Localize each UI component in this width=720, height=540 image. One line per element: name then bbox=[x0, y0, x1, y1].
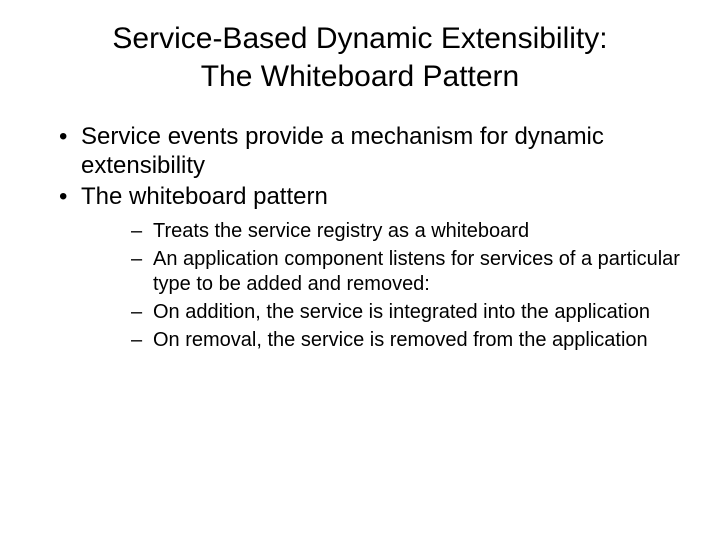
slide-title: Service-Based Dynamic Extensibility: The… bbox=[40, 20, 680, 95]
sub-bullet-text: On addition, the service is integrated i… bbox=[153, 301, 650, 323]
sub-bullet-text: An application component listens for ser… bbox=[153, 248, 680, 295]
sub-bullet-item: Treats the service registry as a whitebo… bbox=[129, 219, 680, 244]
sub-bullet-item: On addition, the service is integrated i… bbox=[129, 300, 680, 325]
bullet-item: The whiteboard pattern Treats the servic… bbox=[55, 183, 680, 354]
sub-bullet-text: On removal, the service is removed from … bbox=[153, 329, 648, 351]
main-bullet-list: Service events provide a mechanism for d… bbox=[40, 123, 680, 353]
bullet-item: Service events provide a mechanism for d… bbox=[55, 123, 680, 181]
sub-bullet-item: On removal, the service is removed from … bbox=[129, 328, 680, 353]
sub-bullet-text: Treats the service registry as a whitebo… bbox=[153, 220, 529, 242]
sub-bullet-list: Treats the service registry as a whitebo… bbox=[81, 219, 680, 353]
bullet-text: Service events provide a mechanism for d… bbox=[81, 123, 604, 179]
bullet-text: The whiteboard pattern bbox=[81, 183, 328, 210]
title-line-2: The Whiteboard Pattern bbox=[201, 60, 520, 93]
sub-bullet-item: An application component listens for ser… bbox=[129, 247, 680, 297]
title-line-1: Service-Based Dynamic Extensibility: bbox=[112, 22, 607, 55]
